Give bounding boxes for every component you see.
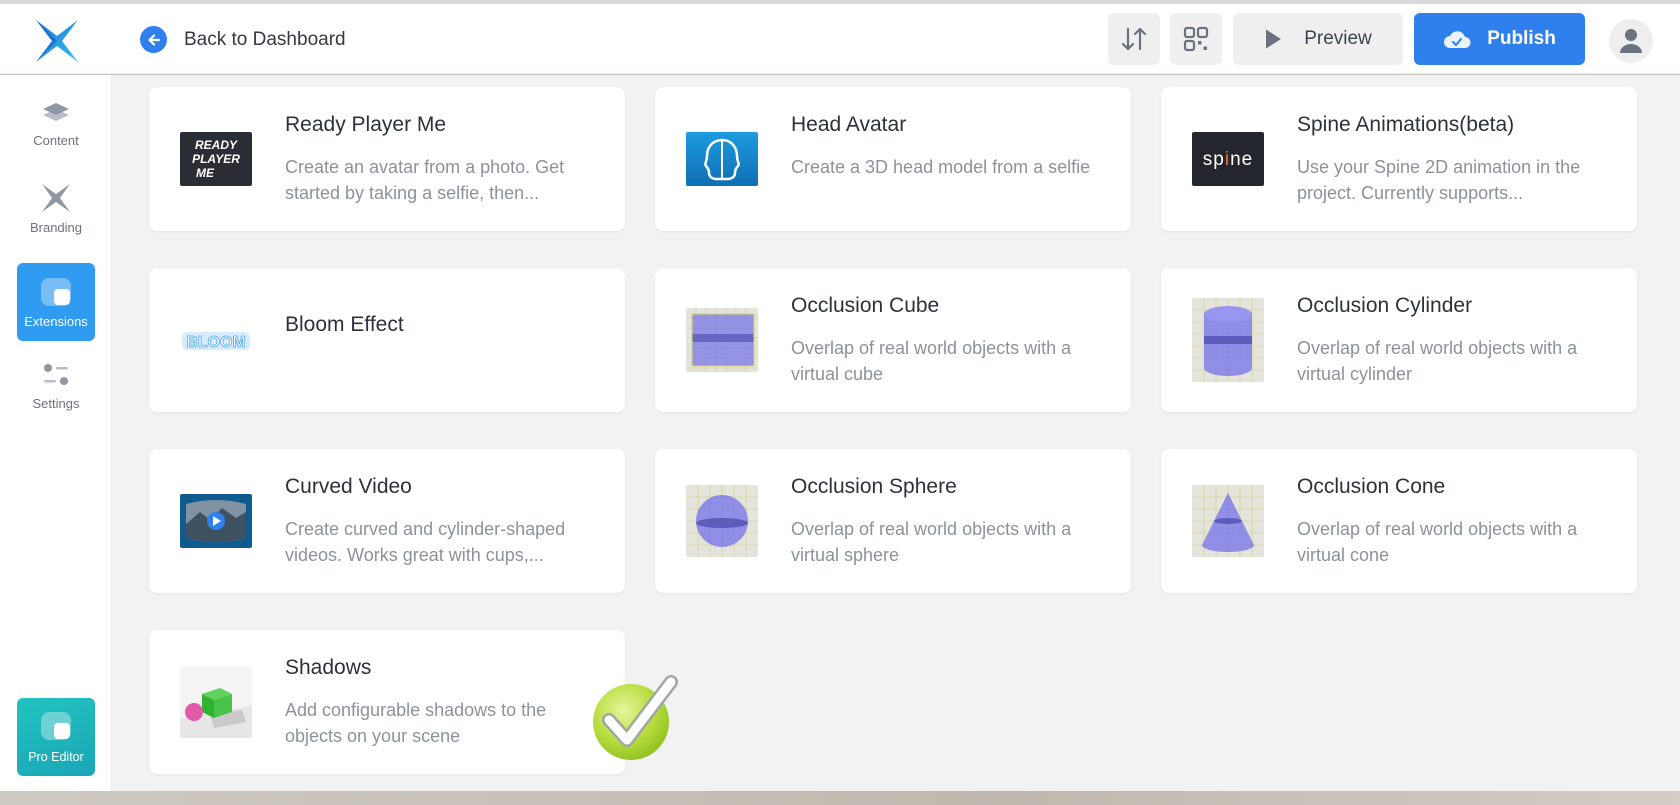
extension-description: Overlap of real world objects with a vir… [1297,519,1578,565]
publish-label: Publish [1487,28,1556,49]
extension-description: Add configurable shadows to the objects … [285,700,547,746]
spine-thumbnail: spine [1192,132,1264,186]
extension-title: Shadows [285,656,372,679]
preview-label: Preview [1304,28,1372,49]
pro-editor-label: Pro Editor [28,750,84,764]
extension-card-curved-video[interactable]: Curved Video Create curved and cylinder-… [149,449,625,593]
extension-title: Ready Player Me [285,113,447,136]
qr-code-icon [1183,26,1209,52]
sidebar-item-extensions[interactable]: Extensions [17,263,95,341]
back-to-dashboard-label: Back to Dashboard [184,28,346,50]
extension-description: Overlap of real world objects with a vir… [791,519,1072,565]
extension-icon [41,277,71,306]
extension-card-occlusion-cone[interactable]: Occlusion Cone Overlap of real world obj… [1161,449,1637,593]
extension-title: Occlusion Cube [791,294,940,317]
sidebar-item-label: Extensions [24,313,88,329]
sidebar-item-label: Branding [29,220,83,235]
curved-video-thumbnail [180,494,252,548]
extension-card-occlusion-sphere[interactable]: Occlusion Sphere Overlap of real world o… [655,449,1131,593]
extension-title: Curved Video [285,475,412,498]
occlusion-cone-thumbnail [1192,485,1264,557]
sidebar-item-branding[interactable]: Branding [17,182,95,235]
extension-title: Occlusion Sphere [791,475,957,498]
user-avatar[interactable] [1609,19,1653,63]
sliders-icon [44,364,68,385]
layers-icon [43,103,69,121]
extension-card-bloom-effect[interactable]: BLOOM Bloom Effect [149,268,625,412]
extension-card-occlusion-cube[interactable]: Occlusion Cube Overlap of real world obj… [655,268,1131,412]
left-sidebar: Content Branding Extensions Settings Pro… [0,75,112,791]
sidebar-item-label: Content [33,133,79,148]
extension-title: Bloom Effect [285,313,404,336]
svg-text:BLOOM: BLOOM [186,334,246,351]
ready-player-me-thumbnail: READY PLAYER ME [180,132,252,186]
qr-code-button[interactable] [1170,13,1222,65]
svg-text:READY: READY [195,138,238,152]
svg-text:spine: spine [1203,149,1253,170]
occlusion-cylinder-thumbnail [1192,298,1264,382]
sidebar-item-content[interactable]: Content [17,97,95,148]
extension-description: Create curved and cylinder-shaped videos… [285,519,566,565]
extension-card-shadows[interactable]: Shadows Add configurable shadows to the … [149,630,625,774]
sort-arrows-icon [1121,27,1147,51]
checkmark-icon [593,675,678,760]
sidebar-item-settings[interactable]: Settings [17,360,95,411]
sidebar-item-label: Settings [32,396,80,411]
extension-title: Occlusion Cone [1297,475,1446,498]
arrow-left-icon [140,26,167,53]
head-avatar-thumbnail [686,132,758,186]
x-logo-icon[interactable] [34,18,80,64]
extension-title: Head Avatar [791,113,907,136]
sort-button[interactable] [1108,13,1160,65]
preview-button[interactable]: Preview [1233,13,1403,65]
window-bottom-edge [0,791,1680,805]
extension-icon [41,712,71,740]
extension-description: Create an avatar from a photo. Get start… [285,157,565,203]
back-to-dashboard-link[interactable]: Back to Dashboard [140,26,346,53]
extension-title: Occlusion Cylinder [1297,294,1473,317]
x-logo-icon [42,184,70,212]
top-header: Back to Dashboard Preview Publish [0,4,1680,74]
svg-text:ME: ME [196,166,215,180]
svg-text:PLAYER: PLAYER [192,152,240,166]
pro-editor-button[interactable]: Pro Editor [17,698,95,776]
extension-description: Overlap of real world objects with a vir… [1297,338,1578,384]
bloom-thumbnail: BLOOM [180,313,252,367]
extension-card-head-avatar[interactable]: Head Avatar Create a 3D head model from … [655,87,1131,231]
extension-description: Use your Spine 2D animation in the proje… [1297,157,1581,203]
play-icon [1266,29,1282,49]
occlusion-cube-thumbnail [686,308,758,372]
extension-card-spine-animations[interactable]: spine Spine Animations(beta) Use your Sp… [1161,87,1637,231]
extension-description: Overlap of real world objects with a vir… [791,338,1072,384]
shadows-thumbnail [180,666,252,738]
extensions-grid: READY PLAYER ME Ready Player Me Create a… [112,75,1680,791]
cloud-check-icon [1444,31,1471,48]
extension-title: Spine Animations(beta) [1297,113,1515,136]
occlusion-sphere-thumbnail [686,485,758,557]
extension-card-occlusion-cylinder[interactable]: Occlusion Cylinder Overlap of real world… [1161,268,1637,412]
user-icon [1620,29,1642,53]
extension-card-ready-player-me[interactable]: READY PLAYER ME Ready Player Me Create a… [149,87,625,231]
publish-button[interactable]: Publish [1414,13,1585,65]
extension-description: Create a 3D head model from a selfie [791,157,1091,177]
